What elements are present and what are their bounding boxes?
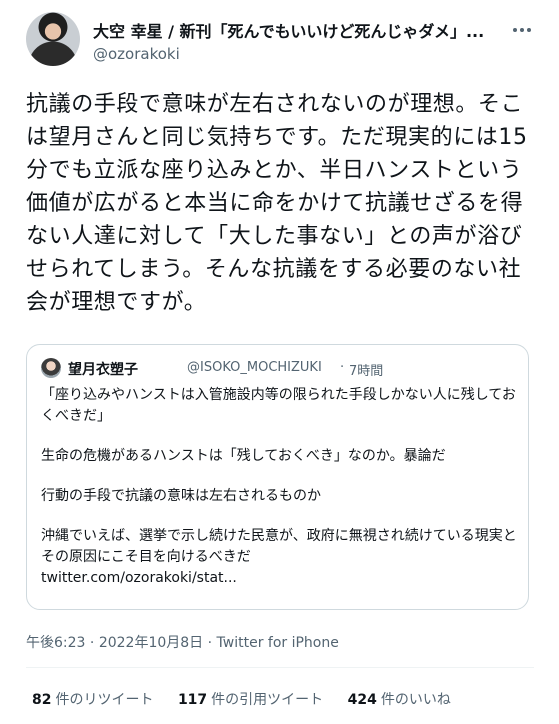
- author-avatar[interactable]: [26, 12, 80, 66]
- tweet-stats: 82 件のリツイート 117 件の引用ツイート 424 件のいいね: [32, 689, 471, 709]
- quotes-count: 117: [177, 692, 208, 708]
- tweet-text: 抗議の手段で意味が左右されないのが理想。そこは望月さんと同じ気持ちです。ただ現実…: [26, 92, 528, 315]
- retweets-stat[interactable]: 82 件のリツイート: [32, 689, 153, 709]
- tweet-time[interactable]: 午後6:23: [26, 635, 85, 651]
- retweets-label: 件のリツイート: [55, 692, 154, 708]
- quoted-timestamp: 7時間: [349, 364, 384, 379]
- likes-count: 424: [347, 692, 377, 708]
- quoted-separator: ·: [340, 360, 345, 375]
- quoted-link[interactable]: twitter.com/ozorakoki/stat...: [41, 568, 519, 589]
- meta-separator: ·: [207, 635, 213, 651]
- likes-stat[interactable]: 424 件のいいね: [348, 689, 451, 709]
- divider: [26, 667, 534, 668]
- quoted-author-name: 望月衣塑子: [68, 362, 138, 378]
- tweet-date[interactable]: 2022年10月8日: [99, 635, 203, 651]
- tweet-page: 大空 幸星 / 新刊「死んでもいいけど死んじゃダメ」... @ozorakoki…: [0, 0, 559, 724]
- quoted-tweet-card[interactable]: 望月衣塑子 @ISOKO_MOCHIZUKI · 7時間 「座り込みやハンストは…: [26, 344, 529, 610]
- quotes-label: 件の引用ツイート: [211, 692, 324, 708]
- author-handle[interactable]: @ozorakoki: [93, 45, 180, 63]
- quoted-paragraph: 生命の危機があるハンストは「残しておくべき」なのか。暴論だ: [41, 448, 446, 464]
- quoted-author-handle: @ISOKO_MOCHIZUKI: [187, 360, 322, 375]
- quoted-paragraph: 沖縄でいえば、選挙で示し続けた民意が、政府に無視され続けている現実とその原因にこ…: [41, 528, 517, 565]
- quoted-tweet-text: 「座り込みやハンストは入管施設内等の限られた手段しかない人に残しておくべきだ」 …: [41, 385, 519, 589]
- meta-separator: ·: [89, 635, 95, 651]
- tweet-meta: 午後6:23 · 2022年10月8日 · Twitter for iPhone: [26, 632, 339, 652]
- more-horizontal-icon[interactable]: [508, 19, 536, 41]
- quotes-stat[interactable]: 117 件の引用ツイート: [178, 689, 323, 709]
- likes-label: 件のいいね: [380, 692, 451, 708]
- author-display-name[interactable]: 大空 幸星 / 新刊「死んでもいいけど死んじゃダメ」...: [93, 18, 498, 42]
- quoted-paragraph: 「座り込みやハンストは入管施設内等の限られた手段しかない人に残しておくべきだ」: [41, 387, 516, 424]
- tweet-source[interactable]: Twitter for iPhone: [217, 635, 339, 651]
- quoted-paragraph: 行動の手段で抗議の意味は左右されるものか: [41, 488, 321, 504]
- retweets-count: 82: [32, 692, 52, 708]
- quoted-author-avatar: [41, 358, 61, 378]
